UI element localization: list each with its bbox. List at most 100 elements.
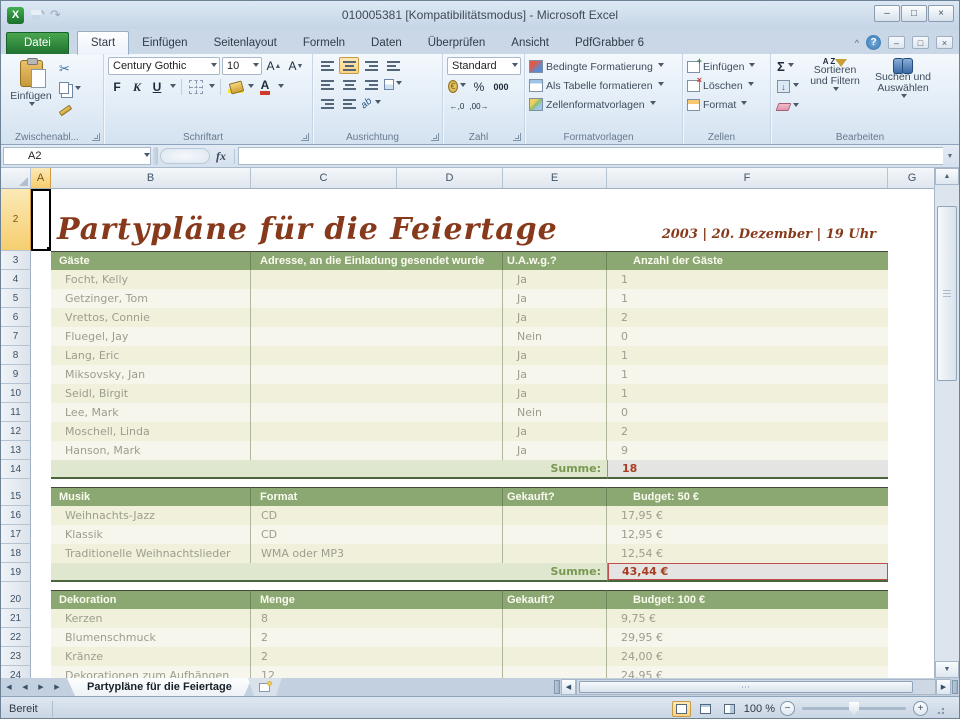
cell-C24[interactable]: 12 (251, 666, 503, 678)
cell-G16[interactable] (888, 506, 936, 525)
cell-C8[interactable] (251, 346, 503, 365)
row-header-3[interactable]: 3 (1, 251, 31, 270)
expand-formula-bar-icon[interactable]: ▼ (943, 153, 957, 160)
cell-G24[interactable] (888, 666, 936, 678)
italic-button[interactable]: K (128, 78, 146, 96)
copy-button[interactable] (57, 80, 83, 99)
first-sheet-button[interactable]: ◀ (1, 678, 17, 696)
sum-label-19[interactable]: Summe: (503, 563, 607, 582)
row-header-8[interactable]: 8 (1, 346, 31, 365)
workbook-close-button[interactable]: × (936, 36, 953, 49)
cell-A10[interactable] (31, 384, 51, 403)
tab-einfuegen[interactable]: Einfügen (129, 32, 200, 54)
dialog-launcher-alignment[interactable] (431, 133, 439, 141)
cell-G15[interactable] (888, 487, 936, 506)
row-header-6[interactable]: 6 (1, 308, 31, 327)
row-header-21[interactable]: 21 (1, 609, 31, 628)
cell-G18[interactable] (888, 544, 936, 563)
align-top-button[interactable] (317, 57, 337, 74)
vertical-scrollbar[interactable]: ▲ ▼ (934, 168, 959, 678)
cell-B18[interactable]: Traditionelle Weihnachtslieder (51, 544, 251, 563)
dialog-launcher-font[interactable] (301, 133, 309, 141)
cell-G12[interactable] (888, 422, 936, 441)
sum-label-14[interactable]: Summe: (503, 460, 607, 479)
underline-button[interactable]: U (148, 78, 166, 96)
cell-A12[interactable] (31, 422, 51, 441)
cell-B5[interactable]: Getzinger, Tom (51, 289, 251, 308)
align-center-button[interactable] (339, 76, 359, 93)
cell-A13[interactable] (31, 441, 51, 460)
formula-input[interactable] (238, 147, 943, 165)
cell-F10[interactable]: 1 (607, 384, 888, 403)
tab-ueberpruefen[interactable]: Überprüfen (415, 32, 499, 54)
title-cell[interactable]: Partypläne für die Feiertage2003 | 20. D… (51, 189, 888, 251)
cell-G17[interactable] (888, 525, 936, 544)
wrap-text-button[interactable] (383, 57, 403, 74)
tab-scrollbar-splitter[interactable] (554, 680, 560, 694)
column-header-g[interactable]: G (888, 168, 936, 188)
redo-button[interactable]: ↷ (50, 8, 61, 22)
vertical-scroll-thumb[interactable] (937, 206, 957, 381)
cell-G4[interactable] (888, 270, 936, 289)
cell-B8[interactable]: Lang, Eric (51, 346, 251, 365)
thousands-format-button[interactable]: 000 (491, 78, 511, 95)
percent-format-button[interactable]: % (469, 78, 489, 95)
cell-B15[interactable]: Musik (51, 487, 251, 506)
cell-B7[interactable]: Fluegel, Jay (51, 327, 251, 346)
row-header-24[interactable]: 24 (1, 666, 31, 678)
collapse-ribbon-icon[interactable]: ^ (855, 38, 859, 48)
sum-band-14[interactable] (51, 460, 503, 479)
cell-E11[interactable]: Nein (503, 403, 607, 422)
cell-C3[interactable]: Adresse, an die Einladung gesendet wurde (251, 251, 503, 270)
increase-decimal-button[interactable]: ←,0 (447, 98, 467, 115)
workbook-minimize-button[interactable]: – (888, 36, 905, 49)
scrollbar-end-splitter[interactable] (952, 680, 958, 694)
cell-G13[interactable] (888, 441, 936, 460)
cell-E3[interactable]: U.A.w.g.? (503, 251, 607, 270)
row-header-gap[interactable] (1, 582, 31, 590)
sum-band-19[interactable] (51, 563, 503, 582)
find-select-button[interactable]: Suchen und Auswählen (869, 57, 937, 116)
cell-A2[interactable] (31, 189, 51, 251)
cell-C13[interactable] (251, 441, 503, 460)
cell-A4[interactable] (31, 270, 51, 289)
tab-formeln[interactable]: Formeln (290, 32, 358, 54)
scroll-up-icon[interactable]: ▲ (935, 168, 959, 185)
cell-G9[interactable] (888, 365, 936, 384)
cell-C11[interactable] (251, 403, 503, 422)
tab-start[interactable]: Start (77, 31, 129, 55)
row-header-16[interactable]: 16 (1, 506, 31, 525)
cell-E7[interactable]: Nein (503, 327, 607, 346)
cell-F3[interactable]: Anzahl der Gäste (607, 251, 888, 270)
increase-indent-button[interactable] (339, 95, 359, 112)
prev-sheet-button[interactable]: ◀ (17, 678, 33, 696)
cell-C23[interactable]: 2 (251, 647, 503, 666)
row-header-7[interactable]: 7 (1, 327, 31, 346)
column-header-d[interactable]: D (397, 168, 503, 188)
cell-F11[interactable]: 0 (607, 403, 888, 422)
scroll-left-icon[interactable]: ◀ (561, 679, 576, 695)
cell-F12[interactable]: 2 (607, 422, 888, 441)
tab-datei[interactable]: Datei (6, 32, 69, 54)
cell-E12[interactable]: Ja (503, 422, 607, 441)
tab-seitenlayout[interactable]: Seitenlayout (201, 32, 290, 54)
insert-worksheet-button[interactable] (248, 678, 282, 696)
cell-F24[interactable]: 24,95 € (607, 666, 888, 678)
row-header-22[interactable]: 22 (1, 628, 31, 647)
cell-C20[interactable]: Menge (251, 590, 503, 609)
cell-F17[interactable]: 12,95 € (607, 525, 888, 544)
row-header-4[interactable]: 4 (1, 270, 31, 289)
row-header-18[interactable]: 18 (1, 544, 31, 563)
zoom-level[interactable]: 100 % (744, 703, 775, 715)
cell-E10[interactable]: Ja (503, 384, 607, 403)
cell-E4[interactable]: Ja (503, 270, 607, 289)
cell-F16[interactable]: 17,95 € (607, 506, 888, 525)
cell-F15[interactable]: Budget: 50 € (607, 487, 888, 506)
cell-F21[interactable]: 9,75 € (607, 609, 888, 628)
row-header-14[interactable]: 14 (1, 460, 31, 479)
cell-G20[interactable] (888, 590, 936, 609)
cell-E9[interactable]: Ja (503, 365, 607, 384)
cell-G23[interactable] (888, 647, 936, 666)
cell-A23[interactable] (31, 647, 51, 666)
cell-F13[interactable]: 9 (607, 441, 888, 460)
